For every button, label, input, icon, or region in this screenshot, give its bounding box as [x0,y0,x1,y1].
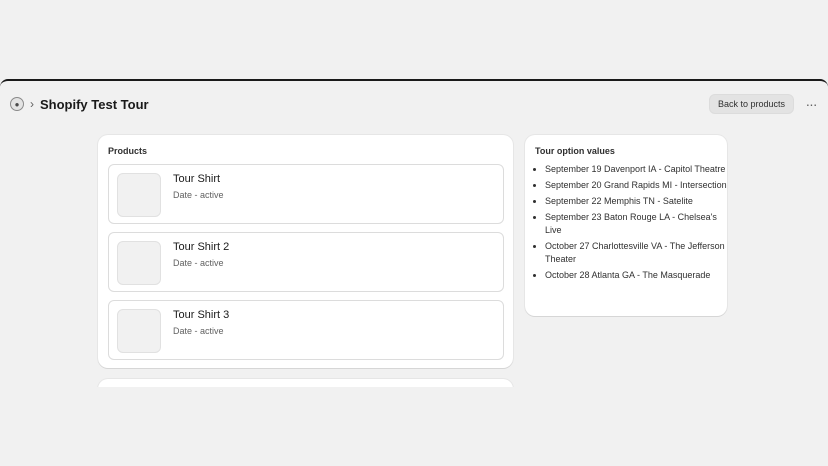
bottom-background [0,387,828,466]
list-item: October 27 Charlottesville VA - The Jeff… [545,240,730,266]
back-to-products-button[interactable]: Back to products [708,94,794,114]
product-name: Tour Shirt 2 [173,241,230,253]
list-item: October 28 Atlanta GA - The Masquerade [545,269,730,282]
more-actions-icon[interactable]: ··· [804,96,818,112]
products-card: Products Tour Shirt Date - active Tour S… [98,135,513,368]
chevron-right-icon: › [30,97,34,111]
list-item: September 20 Grand Rapids MI - Intersect… [545,179,730,192]
tour-options-card: Tour option values September 19 Davenpor… [525,135,727,316]
product-status: Date - active [173,258,224,268]
list-item: September 23 Baton Rouge LA - Chelsea's … [545,211,730,237]
page-title: Shopify Test Tour [40,96,149,112]
product-thumbnail [117,241,161,285]
tour-options-list: September 19 Davenport IA - Capitol Thea… [535,163,730,285]
product-thumbnail [117,309,161,353]
product-status: Date - active [173,190,224,200]
product-status: Date - active [173,326,224,336]
product-name: Tour Shirt 3 [173,309,230,321]
list-item: September 22 Memphis TN - Satelite [545,195,730,208]
product-thumbnail [117,173,161,217]
app-frame: ● › Shopify Test Tour Back to products ·… [0,79,828,389]
products-card-title: Products [108,146,148,156]
list-item: September 19 Davenport IA - Capitol Thea… [545,163,730,176]
product-item[interactable]: Tour Shirt 3 Date - active [108,300,504,360]
product-item[interactable]: Tour Shirt 2 Date - active [108,232,504,292]
app-logo-icon[interactable]: ● [10,97,24,111]
product-name: Tour Shirt [173,173,221,185]
top-background [0,0,828,79]
page-header: ● › Shopify Test Tour Back to products ·… [10,93,818,115]
tour-options-title: Tour option values [535,146,615,156]
product-item[interactable]: Tour Shirt Date - active [108,164,504,224]
